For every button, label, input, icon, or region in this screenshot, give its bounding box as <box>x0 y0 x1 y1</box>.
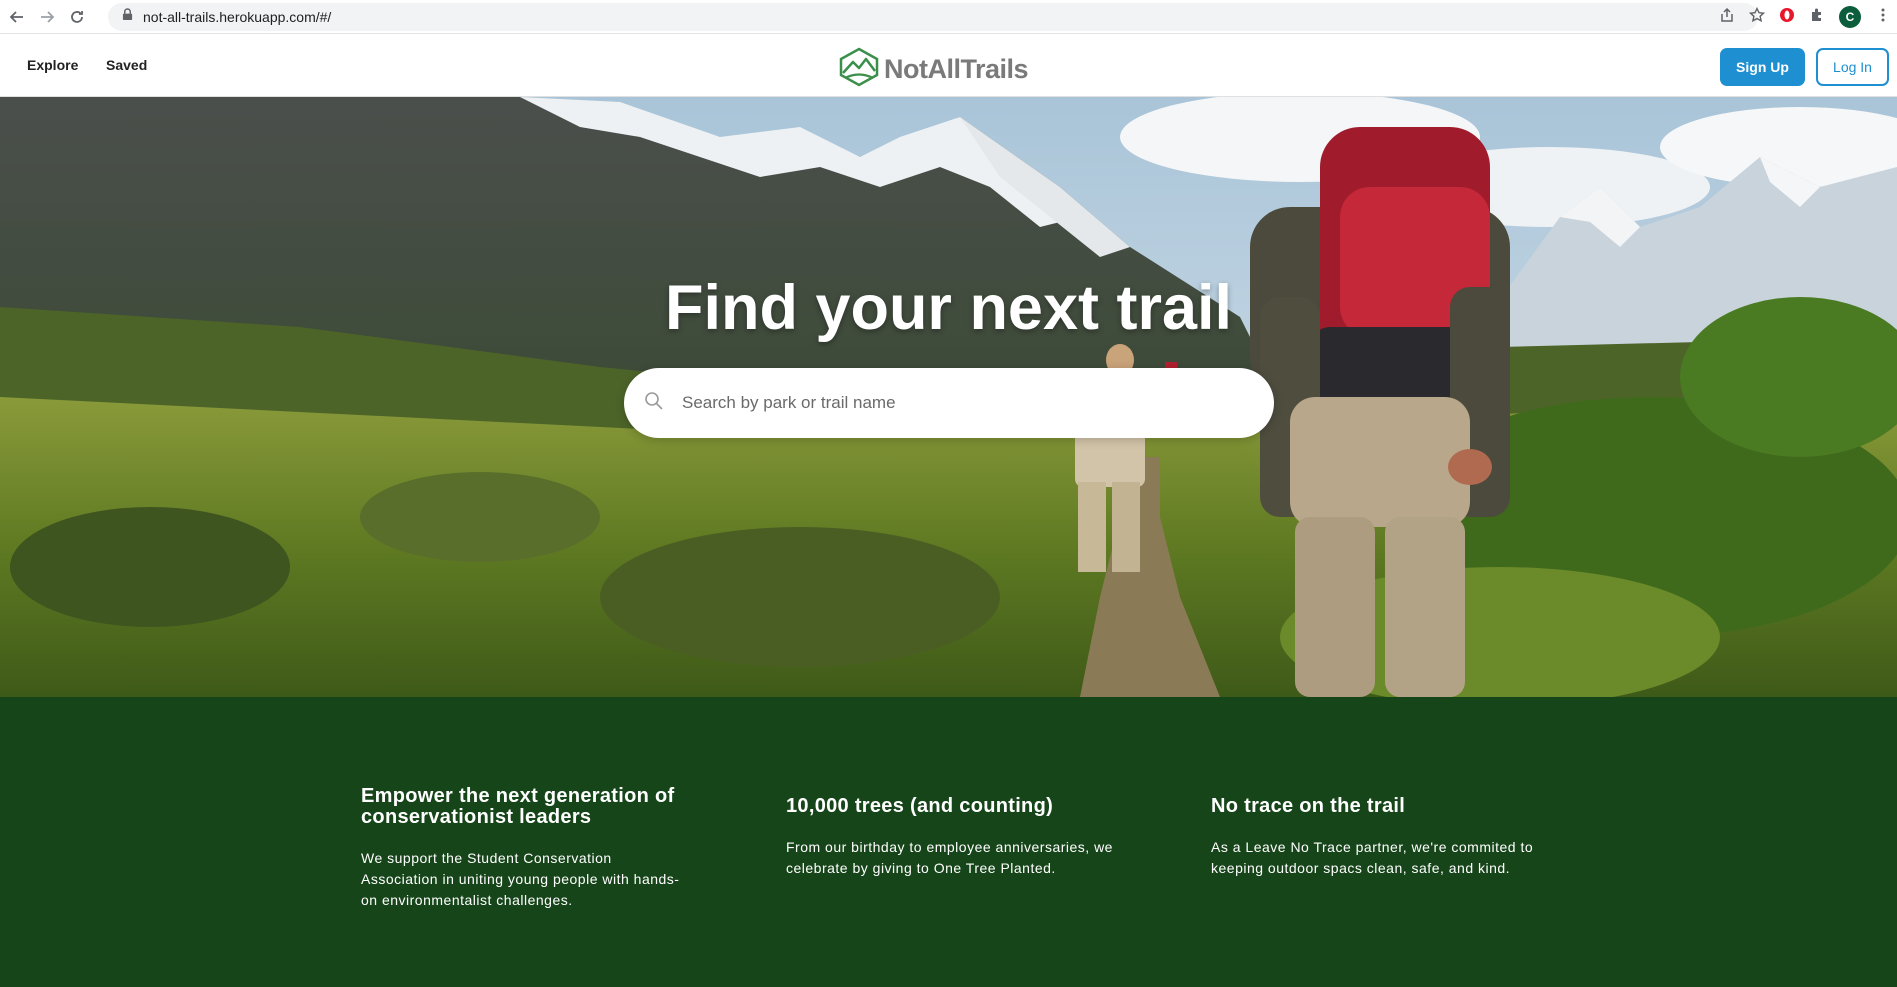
extensions-puzzle-icon[interactable] <box>1809 7 1825 28</box>
trail-search-box[interactable] <box>624 368 1274 438</box>
info-title: No trace on the trail <box>1211 795 1406 817</box>
lock-icon <box>122 8 133 26</box>
forward-icon[interactable] <box>36 6 58 28</box>
reload-icon[interactable] <box>66 6 88 28</box>
info-body: From our birthday to employee anniversar… <box>786 839 1113 876</box>
hero-section: Find your next trail <box>0 97 1897 697</box>
back-icon[interactable] <box>6 6 28 28</box>
site-logo[interactable]: NotAllTrails <box>838 47 1029 92</box>
profile-avatar[interactable]: C <box>1839 6 1861 28</box>
info-column-trees: 10,000 trees (and counting) From our bir… <box>786 796 1116 879</box>
bookmark-star-icon[interactable] <box>1748 6 1766 28</box>
info-body: We support the Student Conservation Asso… <box>361 850 680 908</box>
sign-up-button[interactable]: Sign Up <box>1720 48 1805 86</box>
mission-section: Empower the next generation of conservat… <box>0 697 1897 987</box>
nav-saved-link[interactable]: Saved <box>106 57 147 73</box>
hero-title: Find your next trail <box>664 273 1233 343</box>
trail-search-input[interactable] <box>682 393 1242 413</box>
info-column-no-trace: No trace on the trail As a Leave No Trac… <box>1211 796 1541 879</box>
site-header: Explore Saved NotAllTrails Sign Up Log I… <box>0 35 1897 97</box>
opera-extension-icon[interactable] <box>1779 7 1795 28</box>
browser-menu-icon[interactable] <box>1875 7 1891 28</box>
logo-text: NotAllTrails <box>884 54 1029 84</box>
nav-explore-link[interactable]: Explore <box>27 57 78 73</box>
mountain-logo-icon <box>838 47 880 92</box>
share-icon[interactable] <box>1719 7 1735 28</box>
url-text: not-all-trails.herokuapp.com/#/ <box>143 9 332 25</box>
info-title: 10,000 trees (and counting) <box>786 795 1054 817</box>
browser-toolbar: not-all-trails.herokuapp.com/#/ C <box>0 0 1897 34</box>
info-title: Empower the next generation of conservat… <box>361 785 675 828</box>
info-body: As a Leave No Trace partner, we're commi… <box>1211 839 1534 876</box>
address-bar[interactable]: not-all-trails.herokuapp.com/#/ <box>108 3 1758 31</box>
log-in-button[interactable]: Log In <box>1816 48 1889 86</box>
search-icon <box>644 391 664 416</box>
info-column-conservation: Empower the next generation of conservat… <box>361 786 691 911</box>
